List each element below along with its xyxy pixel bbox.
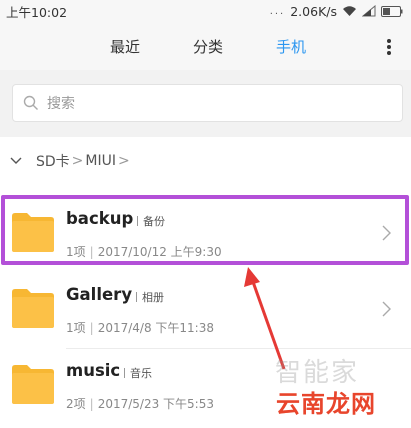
folder-icon bbox=[12, 213, 54, 252]
file-date: 2017/4/8 下午11:38 bbox=[97, 321, 214, 335]
file-date: 2017/5/23 下午5:53 bbox=[97, 397, 214, 411]
status-bar: 上午10:02 ... 2.06K/s bbox=[0, 0, 411, 22]
chevron-down-icon[interactable] bbox=[10, 157, 22, 165]
file-row-gallery[interactable]: Gallery 相册 1项 | 2017/4/8 下午11:38 bbox=[0, 273, 411, 349]
wifi-icon bbox=[342, 5, 357, 17]
file-count: 1项 bbox=[66, 321, 86, 335]
breadcrumb-separator: > bbox=[71, 153, 84, 169]
file-date: 2017/10/12 上午9:30 bbox=[97, 245, 222, 259]
status-indicators: ... 2.06K/s bbox=[270, 4, 403, 19]
file-name: music bbox=[66, 361, 121, 380]
breadcrumb-miui[interactable]: MIUI bbox=[85, 153, 116, 169]
chevron-right-icon bbox=[382, 301, 391, 317]
file-meta: 2项 | 2017/5/23 下午5:53 bbox=[66, 397, 214, 411]
chevron-right-icon bbox=[382, 225, 391, 241]
more-options-icon[interactable] bbox=[386, 39, 392, 57]
file-tag: 音乐 bbox=[124, 365, 152, 381]
status-dots: ... bbox=[269, 5, 286, 17]
file-meta: 1项 | 2017/4/8 下午11:38 bbox=[66, 321, 214, 335]
top-nav: 最近 分类 手机 bbox=[0, 22, 411, 70]
status-time: 上午10:02 bbox=[6, 4, 68, 20]
tab-category[interactable]: 分类 bbox=[193, 36, 223, 57]
file-name: Gallery bbox=[66, 285, 133, 304]
battery-icon bbox=[381, 5, 403, 17]
breadcrumb-sdcard[interactable]: SD卡 bbox=[36, 151, 70, 171]
tab-phone[interactable]: 手机 bbox=[276, 36, 306, 57]
file-tag: 备份 bbox=[137, 213, 165, 229]
file-tag: 相册 bbox=[136, 289, 164, 305]
file-row-backup[interactable]: backup 备份 1项 | 2017/10/12 上午9:30 bbox=[0, 197, 411, 273]
network-speed: 2.06K/s bbox=[290, 3, 337, 19]
search-placeholder: 搜索 bbox=[47, 96, 75, 112]
folder-icon bbox=[12, 365, 54, 404]
search-icon bbox=[23, 95, 38, 110]
file-name: backup bbox=[66, 209, 134, 228]
tab-recent[interactable]: 最近 bbox=[110, 36, 140, 57]
signal-icon bbox=[362, 5, 376, 17]
file-count: 2项 bbox=[66, 397, 86, 411]
breadcrumb-separator: > bbox=[118, 153, 130, 169]
file-count: 1项 bbox=[66, 245, 86, 259]
file-meta: 1项 | 2017/10/12 上午9:30 bbox=[66, 245, 222, 259]
search-input[interactable]: 搜索 bbox=[12, 84, 403, 122]
watermark-logo: 云南龙网 bbox=[276, 389, 376, 418]
breadcrumb: SD卡 > MIUI > bbox=[0, 137, 411, 185]
folder-icon bbox=[12, 289, 54, 328]
